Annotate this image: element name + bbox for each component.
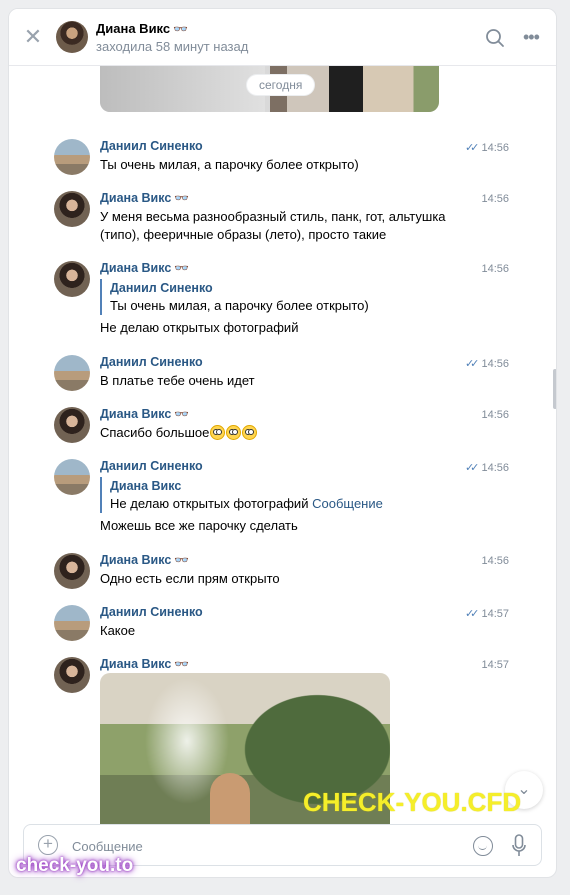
message-text: Можешь все же парочку сделать (100, 518, 298, 533)
quote-author[interactable]: Диана Викс (110, 477, 470, 495)
sender-name[interactable]: Диана Викс 👓 (100, 261, 189, 275)
glasses-icon: 👓 (174, 657, 190, 671)
double-check-icon: ✓✓ (464, 358, 480, 370)
contact-status: заходила 58 минут назад (96, 39, 249, 54)
flushed-emoji-icon (242, 425, 258, 440)
message-text: У меня весьма разнообразный стиль, панк,… (100, 209, 446, 242)
watermark-text: CHECK-YOU.CFD (303, 787, 522, 817)
message-text: В платье тебе очень идет (100, 373, 255, 388)
message-time: ✓✓ 14:57 (464, 608, 509, 620)
avatar[interactable] (56, 21, 88, 53)
message-feed[interactable]: сегодня Даниил Синенко ✓✓ 14:56 Ты очень… (9, 66, 556, 826)
message-time: 14:57 (481, 659, 509, 671)
search-icon[interactable] (485, 28, 505, 48)
sender-name[interactable]: Даниил Синенко (100, 355, 203, 369)
avatar[interactable] (54, 407, 90, 443)
sender-name[interactable]: Диана Викс 👓 (100, 657, 189, 671)
sender-name[interactable]: Диана Викс 👓 (100, 407, 189, 421)
message-time: ✓✓ 14:56 (464, 462, 509, 474)
scrollbar[interactable] (553, 369, 556, 409)
avatar[interactable] (54, 139, 90, 175)
avatar[interactable] (54, 605, 90, 641)
quote-author[interactable]: Даниил Синенко (110, 279, 470, 297)
reply-quote[interactable]: Даниил Синенко Ты очень милая, а парочку… (100, 279, 470, 315)
message-text: Одно есть если прям открыто (100, 571, 280, 586)
contact-name[interactable]: Диана Викс 👓 (96, 21, 188, 36)
glasses-icon: 👓 (174, 191, 190, 205)
message-text: Какое (100, 623, 136, 638)
flushed-emoji-icon (226, 425, 242, 440)
quote-text: Не делаю открытых фотографий Сообщение (110, 496, 383, 511)
message-text: Ты очень милая, а парочку более открыто) (100, 157, 359, 172)
double-check-icon: ✓✓ (464, 608, 480, 620)
glasses-icon: 👓 (174, 553, 190, 567)
microphone-icon[interactable] (512, 834, 526, 858)
avatar[interactable] (54, 191, 90, 227)
avatar[interactable] (54, 657, 90, 693)
chat-header: ✕ Диана Викс 👓 заходила 58 минут назад ••… (9, 9, 556, 66)
chat-window: ✕ Диана Викс 👓 заходила 58 минут назад ••… (8, 8, 557, 878)
sender-name[interactable]: Даниил Синенко (100, 139, 203, 153)
avatar[interactable] (54, 261, 90, 297)
message-text: Не делаю открытых фотографий (100, 320, 299, 335)
watermark-text: check-you.to (16, 855, 134, 876)
message-time: ✓✓ 14:56 (464, 358, 509, 370)
add-attachment-icon[interactable]: + (38, 835, 58, 855)
message-text: Спасибо большое (100, 424, 470, 442)
glasses-icon: 👓 (173, 22, 189, 36)
message-time: 14:56 (481, 409, 509, 421)
emoji-icon[interactable] (473, 836, 493, 856)
sender-name[interactable]: Даниил Синенко (100, 459, 203, 473)
glasses-icon: 👓 (174, 261, 190, 275)
message-time: 14:56 (481, 263, 509, 275)
flushed-emoji-icon (210, 425, 226, 440)
double-check-icon: ✓✓ (464, 142, 480, 154)
avatar[interactable] (54, 355, 90, 391)
quote-message-link[interactable]: Сообщение (312, 496, 383, 511)
close-icon[interactable]: ✕ (23, 26, 43, 48)
sender-name[interactable]: Диана Викс 👓 (100, 553, 189, 567)
glasses-icon: 👓 (174, 407, 190, 421)
avatar[interactable] (54, 553, 90, 589)
quote-text: Ты очень милая, а парочку более открыто) (110, 298, 369, 313)
avatar[interactable] (54, 459, 90, 495)
sender-name[interactable]: Диана Викс 👓 (100, 191, 189, 205)
date-separator: сегодня (247, 75, 315, 95)
more-icon[interactable]: ••• (523, 27, 543, 47)
reply-quote[interactable]: Диана Викс Не делаю открытых фотографий … (100, 477, 470, 513)
message-input[interactable] (72, 836, 452, 856)
message-time: ✓✓ 14:56 (464, 142, 509, 154)
message-time: 14:56 (481, 193, 509, 205)
double-check-icon: ✓✓ (464, 462, 480, 474)
sender-name[interactable]: Даниил Синенко (100, 605, 203, 619)
message-time: 14:56 (481, 555, 509, 567)
